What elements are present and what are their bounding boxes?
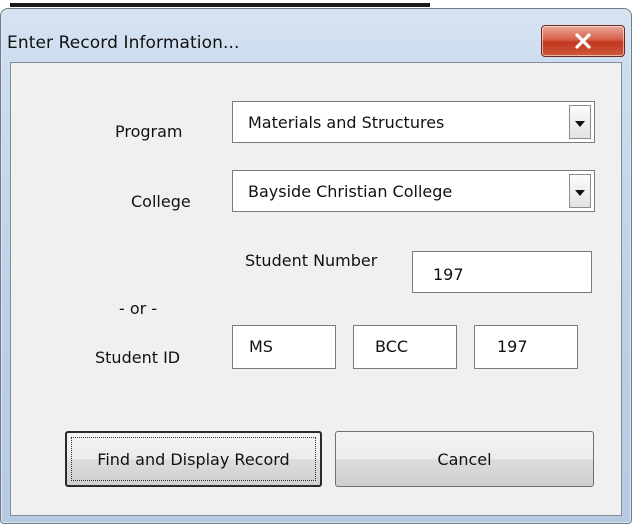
student-id-college-value: BCC [375,337,409,356]
student-id-label: Student ID [95,348,181,367]
cancel-button-label: Cancel [437,449,492,469]
student-id-number-input[interactable]: 197 [474,325,578,369]
student-id-program-value: MS [249,337,273,356]
student-id-college-input[interactable]: BCC [353,325,457,369]
college-combobox[interactable]: Bayside Christian College [232,170,595,212]
program-combobox[interactable]: Materials and Structures [232,101,595,143]
find-and-display-record-button[interactable]: Find and Display Record [65,431,322,487]
dialog-client-area: Program Materials and Structures College… [10,62,622,516]
close-icon [573,32,593,50]
college-label: College [131,192,191,211]
close-button[interactable] [541,25,625,57]
student-id-number-value: 197 [497,337,528,356]
program-label: Program [115,122,183,141]
dialog-title: Enter Record Information... [7,33,240,53]
dropdown-arrow-icon [574,113,586,132]
student-number-label: Student Number [245,251,378,270]
dropdown-arrow-icon [574,182,586,201]
background-edge [10,3,430,7]
college-value: Bayside Christian College [248,182,453,201]
program-dropdown-button[interactable] [569,105,591,139]
program-value: Materials and Structures [248,113,445,132]
cancel-button[interactable]: Cancel [335,431,594,487]
student-number-value: 197 [433,265,464,284]
focus-rectangle [71,437,316,481]
or-separator-label: - or - [119,299,158,318]
student-id-program-input[interactable]: MS [232,325,336,369]
student-number-input[interactable]: 197 [412,251,592,293]
college-dropdown-button[interactable] [569,174,591,208]
